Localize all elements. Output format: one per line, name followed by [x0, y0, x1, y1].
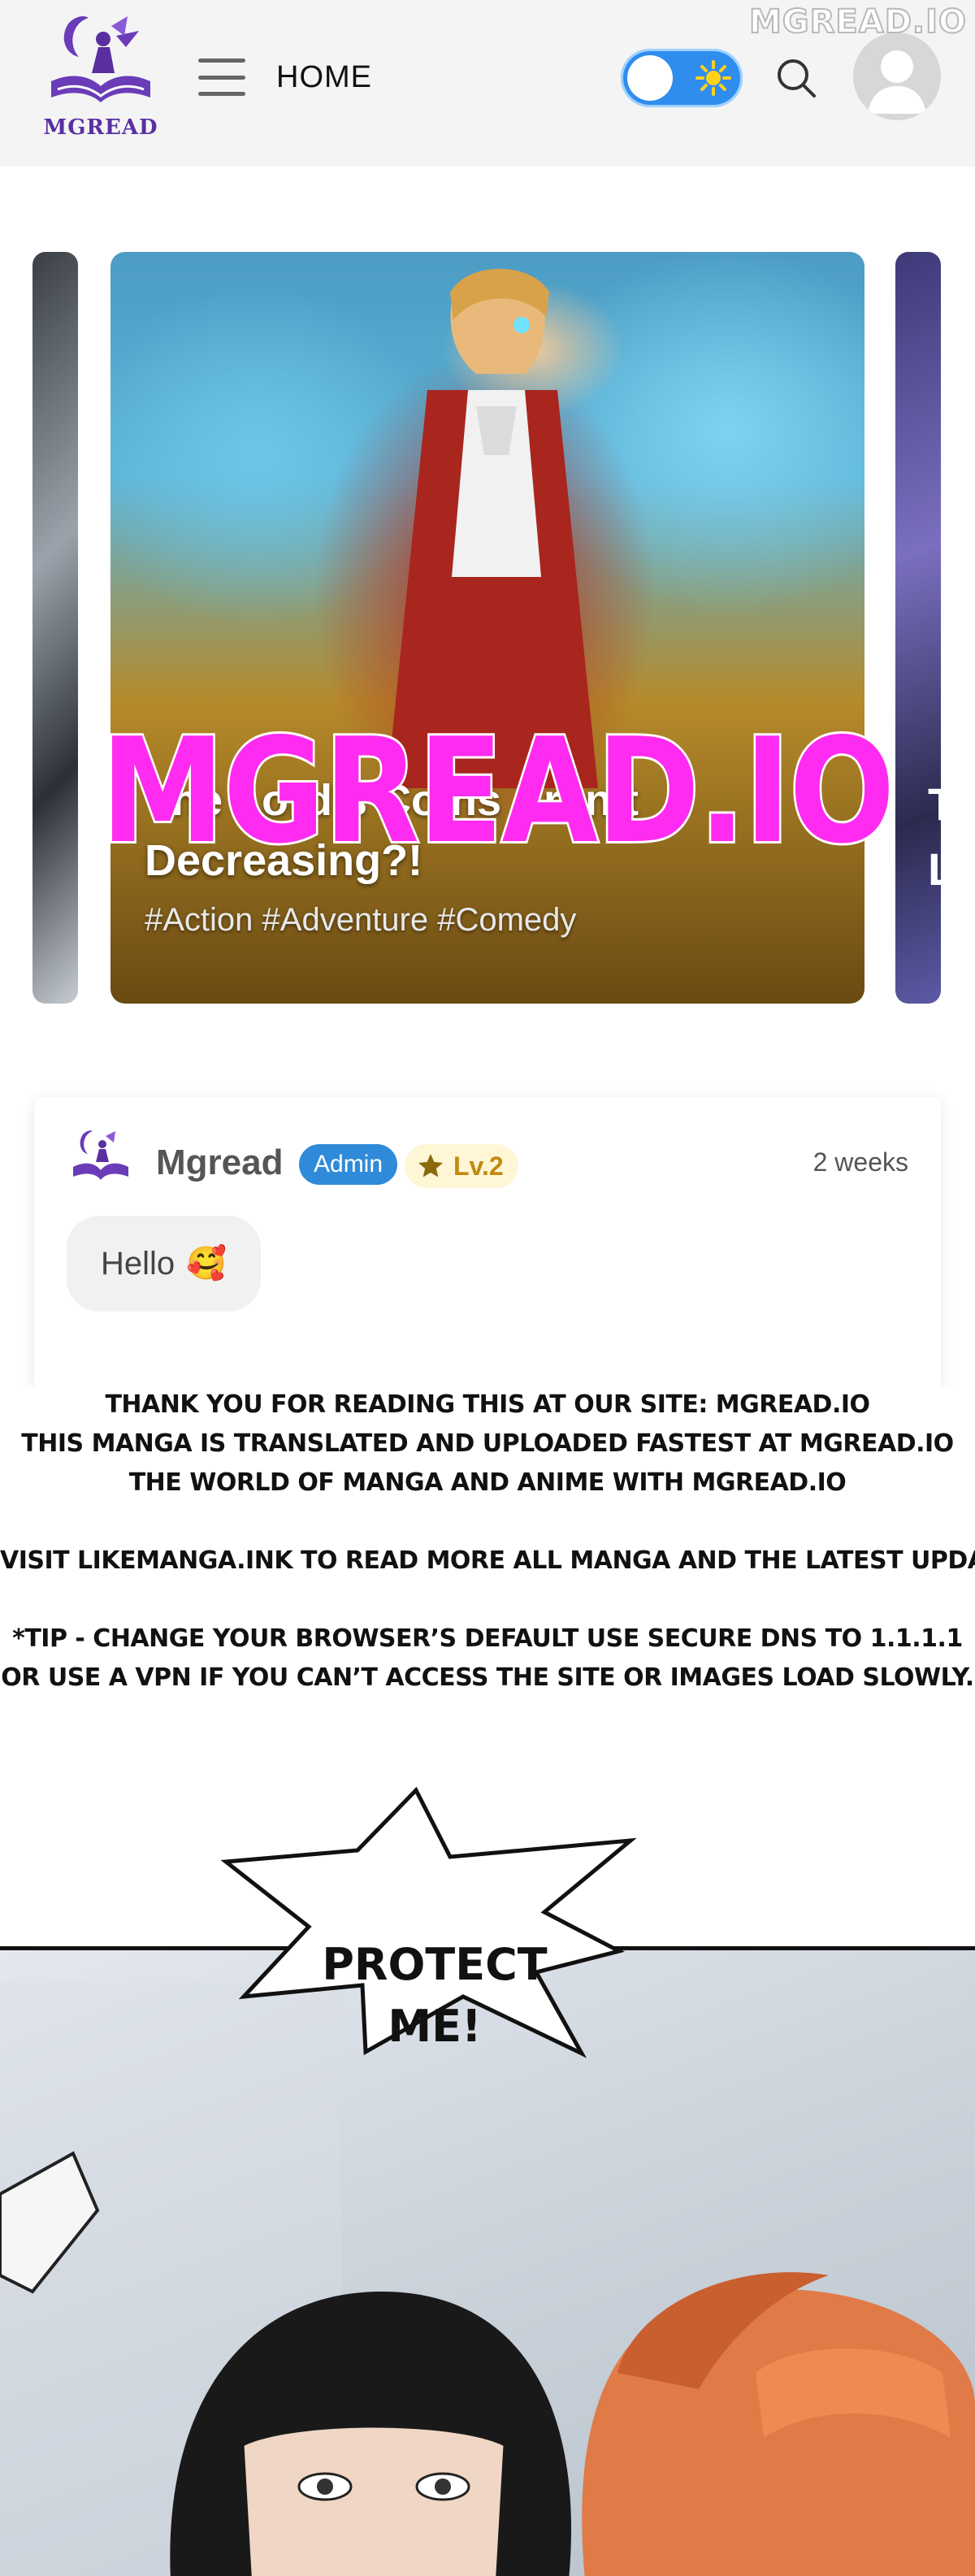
- top-header: MGREAD HOME MGREAD.IO: [0, 0, 975, 167]
- comment-text: Hello: [101, 1246, 176, 1281]
- notice-line-3: THE WORLD OF MANGA AND ANIME WITH MGREAD…: [128, 1468, 847, 1497]
- fairy-book-logo-icon: [51, 16, 150, 102]
- notice-line-4: VISIT LIKEMANGA.INK TO READ MORE ALL MAN…: [0, 1546, 975, 1575]
- speech-line-1: PROTECT: [322, 1939, 548, 1990]
- sun-icon: [696, 60, 731, 96]
- theme-toggle[interactable]: [621, 49, 743, 107]
- notice-line-5: *TIP - CHANGE YOUR BROWSER’S DEFAULT USE…: [12, 1624, 963, 1653]
- notice-line-1: THANK YOU FOR READING THIS AT OUR SITE: …: [105, 1390, 870, 1419]
- site-watermark: MGREAD.IO: [748, 2, 967, 41]
- carousel-card-next[interactable]: TL: [895, 252, 941, 1004]
- speech-text: PROTECT ME!: [321, 1934, 548, 2058]
- featured-tags: #Action #Adventure #Comedy: [145, 902, 577, 938]
- next-card-title-fragment: TL: [928, 772, 941, 902]
- search-icon[interactable]: [774, 55, 819, 101]
- logo-text: MGREAD: [43, 115, 158, 140]
- toggle-knob: [627, 55, 673, 101]
- site-logo[interactable]: MGREAD: [36, 11, 166, 150]
- smiling-hearts-emoji-icon: 🥰: [186, 1246, 227, 1281]
- commenter-logo-icon: [73, 1130, 128, 1180]
- admin-badge: Admin: [299, 1144, 398, 1185]
- user-silhouette-icon: [868, 50, 926, 114]
- page: MGREAD HOME MGREAD.IO The Lord’s Coins A…: [0, 0, 975, 2576]
- carousel-card-featured[interactable]: The Lord’s Coins Aren’t Decreasing?! #Ac…: [110, 252, 864, 1004]
- level-text: Lv.2: [453, 1151, 504, 1181]
- comment-timestamp: 2 weeks: [812, 1147, 908, 1177]
- notice-line-6: OR USE A VPN IF YOU CAN’T ACCESS THE SIT…: [1, 1663, 974, 1692]
- speech-line-2: ME!: [388, 2001, 482, 2052]
- promo-watermark: MGREAD.IO: [98, 705, 897, 878]
- site-notice: THANK YOU FOR READING THIS AT OUR SITE: …: [0, 1386, 975, 1719]
- notice-line-2: THIS MANGA IS TRANSLATED AND UPLOADED FA…: [21, 1429, 954, 1458]
- comment-bubble: Hello 🥰: [67, 1216, 261, 1312]
- featured-carousel[interactable]: The Lord’s Coins Aren’t Decreasing?! #Ac…: [0, 252, 975, 1008]
- carousel-card-previous[interactable]: [32, 252, 78, 1004]
- level-badge: Lv.2: [405, 1144, 518, 1188]
- comment-card: Mgread Admin Lv.2 2 weeks Hello 🥰: [34, 1097, 941, 1390]
- menu-icon[interactable]: [198, 59, 245, 96]
- comment-author[interactable]: Mgread: [156, 1143, 283, 1183]
- user-avatar[interactable]: [853, 33, 941, 120]
- nav-home-link[interactable]: HOME: [276, 60, 372, 95]
- star-icon: [418, 1154, 443, 1177]
